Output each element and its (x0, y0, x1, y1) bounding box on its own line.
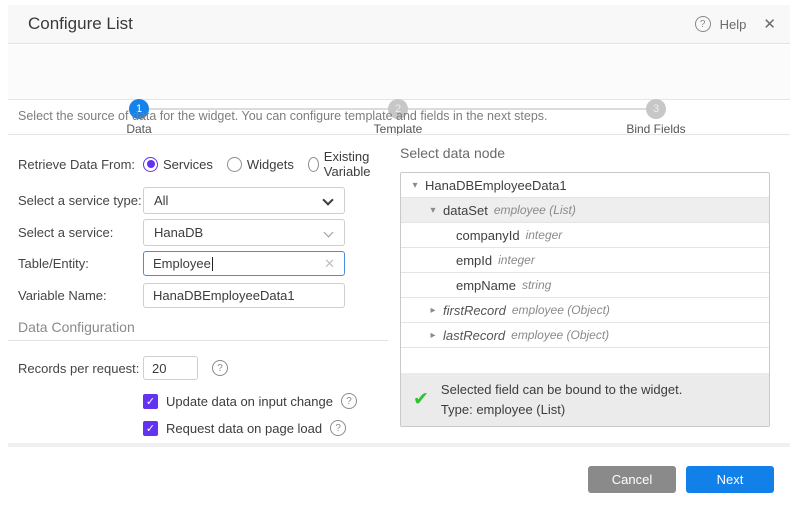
tree-node-dataset[interactable]: ▾ dataSet employee (List) (401, 198, 769, 223)
request-data-label: Request data on page load (166, 421, 322, 436)
service-type-label: Select a service type: (18, 193, 143, 208)
help-icon[interactable]: ? (330, 420, 346, 436)
tree-node-type: employee (Object) (512, 303, 610, 317)
tree-node-firstrecord[interactable]: ▸ firstRecord employee (Object) (401, 298, 769, 323)
tree-node-label: HanaDBEmployeeData1 (425, 178, 567, 193)
retrieve-data-row: Retrieve Data From: Services Widgets Exi… (18, 149, 390, 179)
cancel-button[interactable]: Cancel (588, 466, 676, 493)
tree-node-type: integer (526, 228, 563, 242)
tree-node-type: employee (List) (494, 203, 576, 217)
caret-right-icon[interactable]: ▸ (427, 305, 439, 316)
variable-name-value: HanaDBEmployeeData1 (153, 288, 295, 303)
retrieve-data-label: Retrieve Data From: (18, 157, 143, 172)
checkbox-checked-icon[interactable]: ✓ (143, 421, 158, 436)
status-line-2: Type: employee (List) (441, 400, 682, 420)
status-text: Selected field can be bound to the widge… (441, 380, 682, 420)
header-actions: ? Help ✕ (695, 15, 776, 33)
data-configuration-heading: Data Configuration (18, 319, 135, 335)
tree-node-label: empName (456, 278, 516, 293)
service-select[interactable]: HanaDB (143, 219, 345, 246)
table-entity-value: Employee (153, 256, 211, 271)
radio-existing-variable[interactable]: Existing Variable (308, 149, 390, 179)
help-link[interactable]: Help (720, 17, 747, 32)
service-label: Select a service: (18, 225, 143, 240)
request-data-checkbox-row: ✓ Request data on page load ? (143, 420, 346, 436)
table-entity-row: Table/Entity: Employee ✕ (18, 251, 390, 276)
text-cursor (212, 257, 213, 271)
radio-existing-variable-label: Existing Variable (324, 149, 390, 179)
records-per-request-input[interactable]: 20 (143, 356, 198, 380)
update-data-label: Update data on input change (166, 394, 333, 409)
tree-node-lastrecord[interactable]: ▸ lastRecord employee (Object) (401, 323, 769, 348)
tree-node-label: dataSet (443, 203, 488, 218)
variable-name-label: Variable Name: (18, 288, 143, 303)
radio-selected-icon (143, 157, 158, 172)
clear-icon[interactable]: ✕ (324, 256, 335, 272)
tree-node-companyid[interactable]: companyId integer (401, 223, 769, 248)
table-entity-label: Table/Entity: (18, 256, 143, 271)
binding-status-message: ✔ Selected field can be bound to the wid… (401, 373, 769, 426)
section-divider (8, 340, 388, 341)
tree-node-label: firstRecord (443, 303, 506, 318)
caret-right-icon[interactable]: ▸ (427, 330, 439, 341)
footer-divider (8, 443, 790, 447)
tree-node-empid[interactable]: empId integer (401, 248, 769, 273)
tree-node-type: integer (498, 253, 535, 267)
tree-node-label: empId (456, 253, 492, 268)
service-value: HanaDB (154, 225, 203, 240)
service-type-select[interactable]: All (143, 187, 345, 214)
configure-list-dialog: Configure List ? Help ✕ 1 2 3 Data Templ… (8, 5, 790, 502)
tree-node-empname[interactable]: empName string (401, 273, 769, 298)
next-button[interactable]: Next (686, 466, 774, 493)
help-icon[interactable]: ? (695, 16, 711, 32)
tree-node-type: employee (Object) (511, 328, 609, 342)
instruction-bar: Select the source of data for the widget… (8, 100, 790, 135)
success-check-icon: ✔ (413, 388, 429, 411)
update-data-checkbox-row: ✓ Update data on input change ? (143, 393, 357, 409)
select-data-node-panel: Select data node ▾ HanaDBEmployeeData1 ▾… (400, 145, 770, 161)
service-row: Select a service: HanaDB (18, 219, 390, 246)
radio-services[interactable]: Services (143, 157, 213, 172)
radio-unselected-icon (227, 157, 242, 172)
table-entity-input[interactable]: Employee ✕ (143, 251, 345, 276)
variable-name-row: Variable Name: HanaDBEmployeeData1 (18, 283, 390, 308)
radio-services-label: Services (163, 157, 213, 172)
caret-down-icon[interactable]: ▾ (427, 205, 439, 216)
records-per-request-label: Records per request: (18, 361, 143, 376)
chevron-down-icon (324, 228, 334, 238)
help-icon[interactable]: ? (212, 360, 228, 376)
select-data-node-title: Select data node (400, 145, 770, 161)
radio-unselected-icon (308, 157, 319, 172)
tree-node-label: companyId (456, 228, 520, 243)
service-type-value: All (154, 193, 168, 208)
instruction-text: Select the source of data for the widget… (18, 109, 548, 123)
tree-node-type: string (522, 278, 551, 292)
retrieve-radio-group: Services Widgets Existing Variable (143, 149, 390, 179)
help-icon[interactable]: ? (341, 393, 357, 409)
service-type-row: Select a service type: All (18, 187, 390, 214)
radio-widgets[interactable]: Widgets (227, 157, 294, 172)
page-title: Configure List (28, 14, 133, 34)
variable-name-input[interactable]: HanaDBEmployeeData1 (143, 283, 345, 308)
radio-widgets-label: Widgets (247, 157, 294, 172)
dialog-header: Configure List ? Help ✕ (8, 5, 790, 44)
checkbox-checked-icon[interactable]: ✓ (143, 394, 158, 409)
close-icon[interactable]: ✕ (763, 15, 776, 33)
data-node-tree: ▾ HanaDBEmployeeData1 ▾ dataSet employee… (400, 172, 770, 427)
caret-down-icon[interactable]: ▾ (409, 180, 421, 191)
wizard-stepper: 1 2 3 Data Template Bind Fields (8, 45, 790, 100)
records-per-request-row: Records per request: 20 ? (18, 356, 390, 380)
chevron-down-icon (322, 194, 333, 205)
tree-node-label: lastRecord (443, 328, 505, 343)
tree-node-root[interactable]: ▾ HanaDBEmployeeData1 (401, 173, 769, 198)
status-line-1: Selected field can be bound to the widge… (441, 380, 682, 400)
